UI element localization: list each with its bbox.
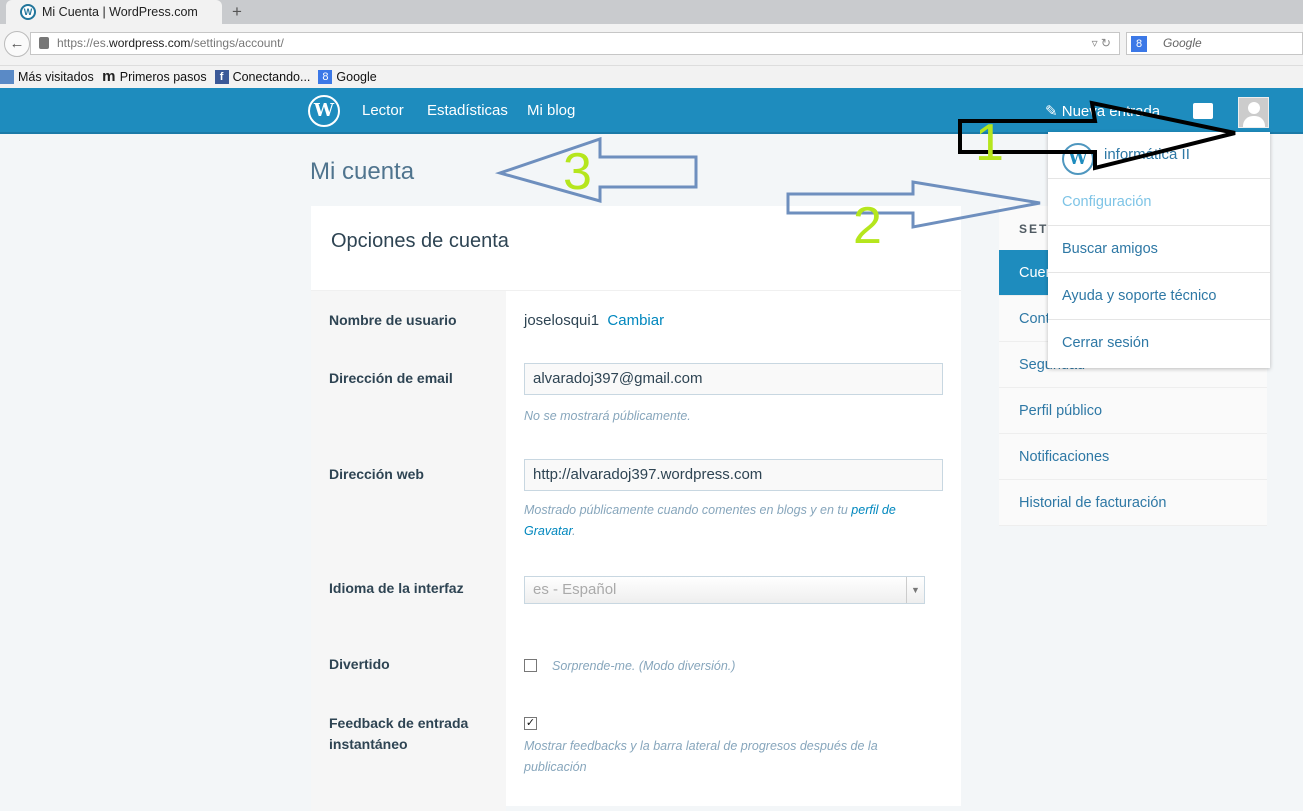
fun-label: Divertido: [329, 656, 390, 672]
site-name: informática II: [1104, 146, 1190, 163]
mozilla-icon: m: [102, 68, 116, 85]
url-domain: wordpress.com: [109, 36, 191, 50]
feedback-label: Feedback de entrada instantáneo: [329, 715, 469, 752]
bookmark-label: Conectando...: [232, 70, 311, 84]
language-select[interactable]: es - Español ▼: [524, 576, 925, 604]
username-label: Nombre de usuario: [329, 312, 457, 328]
bookmark-google[interactable]: 8 Google: [318, 70, 377, 84]
url-prefix: https://es.: [57, 36, 110, 50]
bookmark-label: Primeros pasos: [119, 70, 207, 84]
account-dropdown: Winformática II Configuración Buscar ami…: [1048, 132, 1270, 368]
pencil-icon: ✎: [1045, 103, 1062, 120]
annotation-number-1: 1: [975, 114, 1004, 172]
wordpress-favicon-icon: W: [20, 4, 36, 20]
reload-icon[interactable]: ▿ ↻: [1092, 33, 1111, 54]
sidebar-item-perfil[interactable]: Perfil público: [999, 388, 1267, 434]
bookmark-conectando[interactable]: f Conectando...: [214, 70, 311, 84]
web-hint-text: Mostrado públicamente cuando comentes en…: [524, 503, 852, 517]
username-value: joselosqui1 Cambiar: [524, 312, 664, 329]
web-hint-end: .: [572, 524, 576, 538]
bookmark-mas-visitados[interactable]: Más visitados: [0, 70, 94, 84]
dropdown-site[interactable]: Winformática II: [1048, 132, 1270, 179]
google-icon: 8: [318, 70, 333, 84]
menu-item-buscar-amigos[interactable]: Buscar amigos: [1048, 226, 1270, 273]
web-label: Dirección web: [329, 466, 424, 482]
language-value: es - Español: [533, 581, 617, 598]
fun-text: Sorprende-me. (Modo diversión.): [552, 659, 736, 673]
new-post-label: Nueva entrada: [1061, 103, 1161, 120]
notifications-icon[interactable]: [1193, 103, 1213, 119]
lock-icon: [39, 37, 49, 49]
account-options-card: Opciones de cuenta Nombre de usuario jos…: [311, 206, 961, 811]
search-placeholder: Google: [1163, 36, 1202, 50]
new-post-button[interactable]: ✎ Nueva entrada: [1045, 102, 1160, 120]
back-arrow-icon[interactable]: ←: [4, 31, 30, 57]
browser-tabbar: W Mi Cuenta | WordPress.com +: [0, 0, 1303, 24]
feedback-text: Mostrar feedbacks y la barra lateral de …: [524, 739, 878, 774]
menu-item-ayuda[interactable]: Ayuda y soporte técnico: [1048, 273, 1270, 320]
bookmark-label: Google: [336, 70, 377, 84]
bookmark-primeros-pasos[interactable]: m Primeros pasos: [102, 68, 207, 85]
menu-item-configuracion[interactable]: Configuración: [1048, 179, 1270, 226]
bookmarks-bar: Más visitados m Primeros pasos f Conectand…: [0, 66, 1303, 88]
new-tab-plus-icon[interactable]: +: [232, 2, 242, 22]
language-label: Idioma de la interfaz: [329, 580, 464, 596]
nav-mi-blog[interactable]: Mi blog: [527, 102, 575, 119]
menu-item-cerrar-sesion[interactable]: Cerrar sesión: [1048, 320, 1270, 367]
fun-checkbox[interactable]: [524, 659, 537, 672]
bookmark-label: Más visitados: [18, 70, 94, 84]
email-hint: No se mostrará públicamente.: [524, 409, 691, 423]
search-box[interactable]: 8 Google: [1126, 32, 1303, 55]
email-field[interactable]: alvaradoj397@gmail.com: [524, 363, 943, 395]
web-hint: Mostrado públicamente cuando comentes en…: [524, 500, 924, 542]
email-label: Dirección de email: [329, 370, 453, 386]
chevron-down-icon: ▼: [906, 577, 924, 603]
url-bar[interactable]: https://es.wordpress.com/settings/accoun…: [30, 32, 1120, 55]
tab-title: Mi Cuenta | WordPress.com: [42, 5, 198, 19]
avatar[interactable]: [1238, 97, 1269, 128]
wordpress-site-icon: W: [1062, 143, 1094, 175]
sidebar-item-notificaciones[interactable]: Notificaciones: [999, 434, 1267, 480]
bookmark-folder-icon: [0, 70, 14, 84]
nav-lector[interactable]: Lector: [362, 102, 404, 119]
google-icon: 8: [1131, 36, 1147, 52]
facebook-icon: f: [214, 70, 229, 84]
wp-masterbar: W Lector Estadísticas Mi blog ✎ Nueva en…: [0, 88, 1303, 134]
web-field[interactable]: http://alvaradoj397.wordpress.com: [524, 459, 943, 491]
wordpress-logo-icon[interactable]: W: [308, 95, 340, 127]
sidebar-item-facturacion[interactable]: Historial de facturación: [999, 480, 1267, 526]
annotation-number-2: 2: [853, 197, 882, 255]
nav-estadisticas[interactable]: Estadísticas: [427, 102, 508, 119]
feedback-checkbox[interactable]: ✓: [524, 717, 537, 730]
browser-navbar: ← https://es.wordpress.com/settings/acco…: [0, 24, 1303, 66]
username: joselosqui1: [524, 312, 600, 329]
page-title: Mi cuenta: [310, 158, 415, 185]
browser-tab[interactable]: W Mi Cuenta | WordPress.com: [6, 0, 222, 24]
annotation-number-3: 3: [563, 143, 592, 201]
arrow-3: [494, 136, 698, 203]
change-username-link[interactable]: Cambiar: [607, 312, 664, 329]
url-path: /settings/account/: [190, 36, 284, 50]
